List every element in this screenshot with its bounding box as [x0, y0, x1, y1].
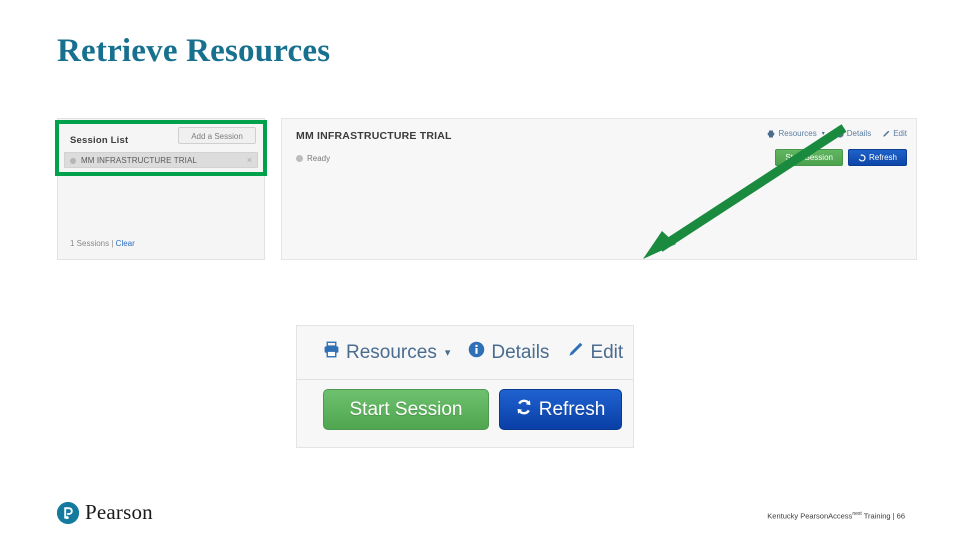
details-button[interactable]: Details	[836, 129, 871, 138]
info-circle-icon	[468, 341, 485, 364]
footer-note-tail: Training | 66	[861, 511, 905, 521]
printer-icon	[323, 341, 340, 364]
resources-menu-label: Resources	[778, 129, 817, 138]
pencil-icon	[567, 341, 584, 364]
printer-icon	[767, 130, 775, 138]
session-list-item[interactable]: MM INFRASTRUCTURE TRIAL ×	[64, 152, 258, 168]
callout-toolbar: Resources ▾ Details Edit	[297, 326, 633, 380]
chevron-down-icon: ▾	[444, 347, 451, 359]
add-session-button[interactable]: Add a Session	[178, 127, 256, 144]
footer-note: Kentucky PearsonAccessnext Training | 66	[767, 511, 905, 521]
page-title: Retrieve Resources	[57, 33, 331, 69]
session-list-panel: Session List Add a Session MM INFRASTRUC…	[57, 118, 265, 260]
refresh-icon	[516, 399, 532, 421]
refresh-button[interactable]: Refresh	[847, 149, 907, 166]
pencil-icon	[882, 130, 890, 138]
refresh-icon	[858, 153, 866, 162]
clear-link[interactable]: Clear	[116, 239, 135, 248]
resources-menu-label: Resources	[346, 341, 437, 363]
resources-menu-button[interactable]: Resources ▾	[767, 129, 825, 138]
info-circle-icon	[836, 129, 844, 138]
annotation-arrow	[643, 124, 847, 259]
session-list-header: Session List Add a Session	[58, 119, 264, 149]
pearson-mark-icon	[57, 501, 79, 524]
status-dot-icon	[296, 155, 303, 162]
start-session-button[interactable]: Start Session	[775, 149, 843, 166]
edit-label: Edit	[893, 129, 907, 138]
session-list-title: Session List	[70, 135, 129, 146]
detail-toolbar: Resources ▾ Details Edit	[767, 129, 907, 138]
close-icon[interactable]: ×	[247, 155, 252, 166]
detail-action-buttons: Start Session Refresh	[775, 149, 907, 166]
session-status: Ready	[296, 154, 330, 163]
resources-menu-button[interactable]: Resources ▾	[323, 341, 450, 364]
session-list-footer: 1 Sessions | Clear	[70, 239, 135, 248]
status-dot-icon	[70, 158, 76, 164]
pearson-logo: Pearson	[57, 500, 153, 525]
details-button[interactable]: Details	[468, 341, 549, 364]
footer-note-main: Kentucky PearsonAccess	[767, 511, 853, 521]
details-label: Details	[491, 341, 550, 363]
details-label: Details	[846, 129, 872, 138]
zoomed-toolbar-callout: Resources ▾ Details Edit Start Session R…	[296, 325, 634, 448]
session-list-item-label: MM INFRASTRUCTURE TRIAL	[81, 156, 197, 165]
footer-note-superscript: next	[852, 511, 862, 517]
edit-button[interactable]: Edit	[567, 341, 623, 364]
edit-label: Edit	[590, 341, 624, 363]
session-detail-title: MM INFRASTRUCTURE TRIAL	[296, 130, 452, 142]
screenshot-image: Session List Add a Session MM INFRASTRUC…	[57, 118, 917, 263]
edit-button[interactable]: Edit	[882, 129, 907, 138]
chevron-down-icon: ▾	[821, 131, 825, 137]
start-session-button[interactable]: Start Session	[323, 389, 489, 430]
session-status-label: Ready	[307, 154, 331, 163]
callout-action-buttons: Start Session Refresh	[323, 389, 622, 430]
refresh-label: Refresh	[538, 398, 606, 420]
session-count: 1 Sessions	[70, 239, 110, 248]
refresh-button[interactable]: Refresh	[499, 389, 622, 430]
refresh-label: Refresh	[868, 153, 897, 162]
session-detail-panel: MM INFRASTRUCTURE TRIAL Ready Resources …	[281, 118, 917, 260]
pearson-wordmark: Pearson	[85, 500, 153, 524]
